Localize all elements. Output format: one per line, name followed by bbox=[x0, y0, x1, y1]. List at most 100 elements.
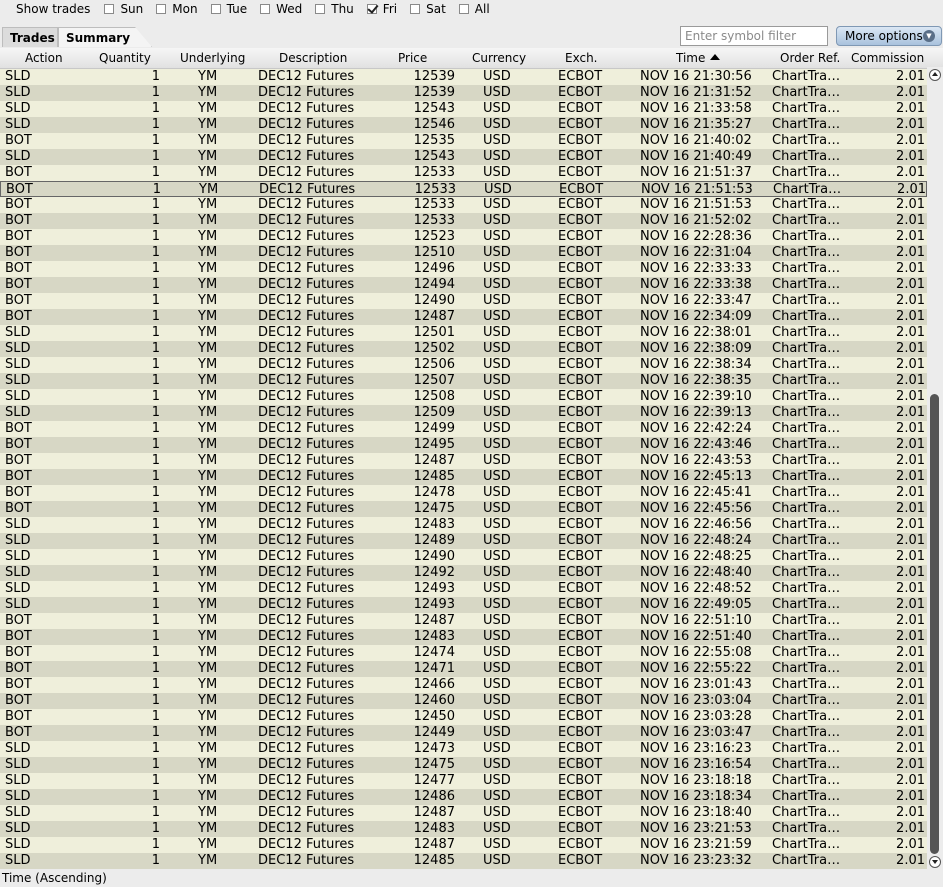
column-header-underlying[interactable]: Underlying bbox=[180, 51, 245, 65]
scroll-up-icon[interactable] bbox=[929, 69, 941, 81]
day-filter-sun[interactable]: Sun bbox=[104, 2, 143, 16]
table-row[interactable]: BOT 1 YM DEC12 Futures 12485 USD ECBOT NOV 16 2… bbox=[0, 469, 927, 485]
day-filter-all[interactable]: All bbox=[458, 2, 490, 16]
day-filter-tue[interactable]: Tue bbox=[210, 2, 247, 16]
table-row[interactable]: BOT 1 YM DEC12 Futures 12533 USD ECBOT NOV 16 2… bbox=[0, 213, 927, 229]
table-row[interactable]: BOT 1 YM DEC12 Futures 12499 USD ECBOT NOV 16 2… bbox=[0, 421, 927, 437]
table-row[interactable]: SLD 1 YM DEC12 Futures 12539 USD ECBOT NOV 16 2… bbox=[0, 85, 927, 101]
table-row[interactable]: BOT 1 YM DEC12 Futures 12496 USD ECBOT NOV 16 2… bbox=[0, 261, 927, 277]
day-filter-mon[interactable]: Mon bbox=[156, 2, 198, 16]
checkbox-sun[interactable] bbox=[104, 4, 115, 14]
table-row[interactable]: BOT 1 YM DEC12 Futures 12478 USD ECBOT NOV 16 2… bbox=[0, 485, 927, 501]
column-header-commission[interactable]: Commission bbox=[851, 51, 924, 65]
table-row[interactable]: SLD 1 YM DEC12 Futures 12473 USD ECBOT NOV 16 2… bbox=[0, 741, 927, 757]
table-row[interactable]: SLD 1 YM DEC12 Futures 12490 USD ECBOT NOV 16 2… bbox=[0, 549, 927, 565]
table-row[interactable]: SLD 1 YM DEC12 Futures 12486 USD ECBOT NOV 16 2… bbox=[0, 789, 927, 805]
day-filter-wed[interactable]: Wed bbox=[260, 2, 302, 16]
cell-exch: ECBOT bbox=[558, 85, 603, 100]
day-filter-fri[interactable]: Fri bbox=[366, 2, 397, 16]
tab-trades[interactable]: Trades bbox=[2, 27, 58, 47]
column-header-order-ref[interactable]: Order Ref. bbox=[780, 51, 840, 65]
checkbox-wed[interactable] bbox=[260, 4, 271, 14]
table-row[interactable]: SLD 1 YM DEC12 Futures 12487 USD ECBOT NOV 16 2… bbox=[0, 805, 927, 821]
table-row[interactable]: SLD 1 YM DEC12 Futures 12501 USD ECBOT NOV 16 2… bbox=[0, 325, 927, 341]
table-row[interactable]: BOT 1 YM DEC12 Futures 12475 USD ECBOT NOV 16 2… bbox=[0, 501, 927, 517]
cell-quantity: 1 bbox=[151, 837, 160, 852]
table-row[interactable]: BOT 1 YM DEC12 Futures 12487 USD ECBOT NOV 16 2… bbox=[0, 613, 927, 629]
table-row[interactable]: SLD 1 YM DEC12 Futures 12539 USD ECBOT NOV 16 2… bbox=[0, 69, 927, 85]
column-header-action[interactable]: Action bbox=[25, 51, 63, 65]
table-row[interactable]: BOT 1 YM DEC12 Futures 12495 USD ECBOT NOV 16 2… bbox=[0, 437, 927, 453]
cell-underlying: YM bbox=[198, 789, 218, 804]
cell-time: NOV 16 22:51:40 bbox=[640, 629, 752, 644]
table-row[interactable]: BOT 1 YM DEC12 Futures 12474 USD ECBOT NOV 16 2… bbox=[0, 645, 927, 661]
tab-summary[interactable]: Summary bbox=[58, 27, 152, 47]
cell-description: DEC12 Futures bbox=[258, 581, 355, 596]
day-filter-thu[interactable]: Thu bbox=[315, 2, 354, 16]
table-row[interactable]: SLD 1 YM DEC12 Futures 12483 USD ECBOT NOV 16 2… bbox=[0, 517, 927, 533]
table-row[interactable]: SLD 1 YM DEC12 Futures 12493 USD ECBOT NOV 16 2… bbox=[0, 581, 927, 597]
table-row[interactable]: SLD 1 YM DEC12 Futures 12483 USD ECBOT NOV 16 2… bbox=[0, 821, 927, 837]
table-row[interactable]: SLD 1 YM DEC12 Futures 12475 USD ECBOT NOV 16 2… bbox=[0, 757, 927, 773]
column-header-time[interactable]: Time bbox=[676, 51, 721, 65]
table-row[interactable]: SLD 1 YM DEC12 Futures 12543 USD ECBOT NOV 16 2… bbox=[0, 101, 927, 117]
table-row[interactable]: BOT 1 YM DEC12 Futures 12450 USD ECBOT NOV 16 2… bbox=[0, 709, 927, 725]
cell-exch: ECBOT bbox=[558, 805, 603, 820]
column-header-currency[interactable]: Currency bbox=[472, 51, 526, 65]
scroll-down-icon[interactable] bbox=[929, 856, 941, 868]
table-row[interactable]: BOT 1 YM DEC12 Futures 12523 USD ECBOT NOV 16 2… bbox=[0, 229, 927, 245]
table-row[interactable]: BOT 1 YM DEC12 Futures 12487 USD ECBOT NOV 16 2… bbox=[0, 309, 927, 325]
checkbox-sat[interactable] bbox=[410, 4, 421, 14]
table-row[interactable]: SLD 1 YM DEC12 Futures 12509 USD ECBOT NOV 16 2… bbox=[0, 405, 927, 421]
table-row[interactable]: BOT 1 YM DEC12 Futures 12494 USD ECBOT NOV 16 2… bbox=[0, 277, 927, 293]
cell-exch: ECBOT bbox=[558, 837, 603, 852]
column-header-price[interactable]: Price bbox=[398, 51, 427, 65]
symbol-filter-input[interactable] bbox=[680, 26, 828, 46]
table-row[interactable]: SLD 1 YM DEC12 Futures 12492 USD ECBOT NOV 16 2… bbox=[0, 565, 927, 581]
cell-exch: ECBOT bbox=[558, 693, 603, 708]
cell-order-ref: ChartTra… bbox=[772, 533, 841, 548]
table-row[interactable]: BOT 1 YM DEC12 Futures 12471 USD ECBOT NOV 16 2… bbox=[0, 661, 927, 677]
table-row[interactable]: SLD 1 YM DEC12 Futures 12487 USD ECBOT NOV 16 2… bbox=[0, 837, 927, 853]
cell-price: 12507 bbox=[413, 373, 455, 388]
cell-exch: ECBOT bbox=[558, 709, 603, 724]
table-row[interactable]: SLD 1 YM DEC12 Futures 12502 USD ECBOT NOV 16 2… bbox=[0, 341, 927, 357]
table-row[interactable]: BOT 1 YM DEC12 Futures 12533 USD ECBOT NOV 16 2… bbox=[0, 197, 927, 213]
checkbox-mon[interactable] bbox=[156, 4, 167, 14]
column-header-description[interactable]: Description bbox=[279, 51, 347, 65]
day-filter-sat[interactable]: Sat bbox=[410, 2, 446, 16]
table-row[interactable]: BOT 1 YM DEC12 Futures 12533 USD ECBOT NOV 16 2… bbox=[0, 181, 927, 197]
table-row[interactable]: BOT 1 YM DEC12 Futures 12535 USD ECBOT NOV 16 2… bbox=[0, 133, 927, 149]
table-row[interactable]: SLD 1 YM DEC12 Futures 12477 USD ECBOT NOV 16 2… bbox=[0, 773, 927, 789]
cell-underlying: YM bbox=[198, 485, 218, 500]
checkbox-tue[interactable] bbox=[210, 4, 221, 14]
table-row[interactable]: BOT 1 YM DEC12 Futures 12510 USD ECBOT NOV 16 2… bbox=[0, 245, 927, 261]
table-row[interactable]: SLD 1 YM DEC12 Futures 12508 USD ECBOT NOV 16 2… bbox=[0, 389, 927, 405]
table-row[interactable]: SLD 1 YM DEC12 Futures 12506 USD ECBOT NOV 16 2… bbox=[0, 357, 927, 373]
cell-time: NOV 16 22:38:35 bbox=[640, 373, 752, 388]
cell-time: NOV 16 23:23:32 bbox=[640, 853, 752, 868]
table-row[interactable]: SLD 1 YM DEC12 Futures 12546 USD ECBOT NOV 16 2… bbox=[0, 117, 927, 133]
table-row[interactable]: SLD 1 YM DEC12 Futures 12493 USD ECBOT NOV 16 2… bbox=[0, 597, 927, 613]
checkbox-thu[interactable] bbox=[315, 4, 326, 14]
table-row[interactable]: BOT 1 YM DEC12 Futures 12533 USD ECBOT NOV 16 2… bbox=[0, 165, 927, 181]
checkbox-all[interactable] bbox=[458, 4, 469, 14]
vertical-scrollbar[interactable] bbox=[927, 67, 943, 870]
table-row[interactable]: SLD 1 YM DEC12 Futures 12543 USD ECBOT NOV 16 2… bbox=[0, 149, 927, 165]
scrollbar-thumb[interactable] bbox=[930, 394, 939, 854]
table-row[interactable]: BOT 1 YM DEC12 Futures 12483 USD ECBOT NOV 16 2… bbox=[0, 629, 927, 645]
cell-exch: ECBOT bbox=[558, 117, 603, 132]
column-header-exch[interactable]: Exch. bbox=[565, 51, 598, 65]
table-row[interactable]: BOT 1 YM DEC12 Futures 12490 USD ECBOT NOV 16 2… bbox=[0, 293, 927, 309]
table-row[interactable]: BOT 1 YM DEC12 Futures 12460 USD ECBOT NOV 16 2… bbox=[0, 693, 927, 709]
more-options-button[interactable]: More options ▼ bbox=[836, 26, 942, 46]
table-row[interactable]: SLD 1 YM DEC12 Futures 12507 USD ECBOT NOV 16 2… bbox=[0, 373, 927, 389]
table-row[interactable]: BOT 1 YM DEC12 Futures 12487 USD ECBOT NOV 16 2… bbox=[0, 453, 927, 469]
cell-time: NOV 16 22:45:41 bbox=[640, 485, 752, 500]
table-row[interactable]: SLD 1 YM DEC12 Futures 12489 USD ECBOT NOV 16 2… bbox=[0, 533, 927, 549]
table-row[interactable]: BOT 1 YM DEC12 Futures 12466 USD ECBOT NOV 16 2… bbox=[0, 677, 927, 693]
column-header-quantity[interactable]: Quantity bbox=[99, 51, 151, 65]
table-row[interactable]: SLD 1 YM DEC12 Futures 12485 USD ECBOT NOV 16 2… bbox=[0, 853, 927, 869]
table-row[interactable]: BOT 1 YM DEC12 Futures 12449 USD ECBOT NOV 16 2… bbox=[0, 725, 927, 741]
checkbox-fri[interactable] bbox=[366, 4, 377, 14]
